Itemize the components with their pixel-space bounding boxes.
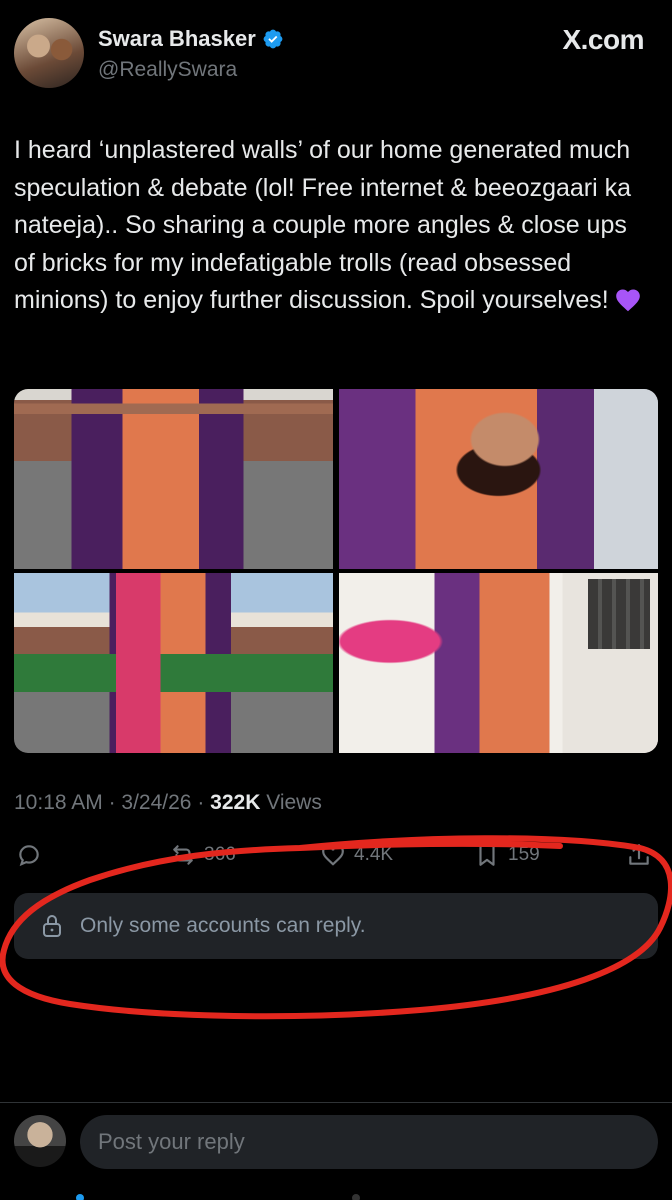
share-icon bbox=[629, 844, 649, 865]
retweet-button[interactable]: 366 bbox=[170, 842, 236, 868]
like-button[interactable]: 4.4K bbox=[320, 842, 393, 868]
reply-placeholder: Post your reply bbox=[98, 1129, 245, 1154]
media-grid bbox=[14, 389, 658, 753]
like-count: 4.4K bbox=[354, 844, 394, 865]
author-avatar[interactable] bbox=[14, 18, 84, 88]
tweet-time[interactable]: 10:18 AM bbox=[14, 791, 103, 814]
nav-indicator-dot-2 bbox=[352, 1194, 360, 1200]
tweet-text: I heard ‘unplastered walls’ of our home … bbox=[14, 132, 654, 320]
reply-button[interactable] bbox=[16, 842, 42, 868]
retweet-count: 366 bbox=[204, 844, 236, 865]
action-bar: 366 4.4K 159 bbox=[0, 842, 672, 872]
reply-icon bbox=[19, 845, 39, 867]
tweet-text-content: I heard ‘unplastered walls’ of our home … bbox=[14, 136, 632, 314]
meta-separator-2: · bbox=[191, 791, 211, 814]
tweet-photo-2[interactable] bbox=[339, 389, 658, 569]
tweet-date[interactable]: 3/24/26 bbox=[121, 791, 191, 814]
bookmark-icon bbox=[479, 844, 495, 866]
reply-restriction-banner: Only some accounts can reply. bbox=[14, 893, 658, 959]
share-button[interactable] bbox=[626, 842, 652, 868]
bookmark-count: 159 bbox=[508, 844, 540, 865]
tweet-meta: 10:18 AM · 3/24/26 · 322K Views bbox=[14, 791, 322, 815]
tweet-photo-3[interactable] bbox=[14, 573, 333, 753]
views-label: Views bbox=[260, 791, 322, 814]
current-user-avatar[interactable] bbox=[14, 1115, 66, 1167]
tweet-photo-4[interactable] bbox=[339, 573, 658, 753]
reply-restriction-text: Only some accounts can reply. bbox=[80, 914, 366, 937]
bookmark-button[interactable]: 159 bbox=[474, 842, 540, 868]
author-handle[interactable]: @ReallySwara bbox=[98, 58, 237, 82]
purple-heart-icon bbox=[615, 289, 640, 312]
verified-badge-icon bbox=[263, 29, 283, 49]
composer-divider bbox=[0, 1102, 672, 1103]
views-count[interactable]: 322K bbox=[210, 791, 260, 814]
tweet-photo-1[interactable] bbox=[14, 389, 333, 569]
retweet-icon bbox=[173, 845, 193, 865]
author-name-row[interactable]: Swara Bhasker bbox=[98, 26, 284, 52]
meta-separator: · bbox=[102, 791, 122, 814]
brand-watermark: X.com bbox=[562, 24, 644, 55]
reply-input[interactable]: Post your reply bbox=[80, 1115, 658, 1169]
photo-shelf bbox=[588, 579, 650, 649]
nav-indicator-dot bbox=[76, 1194, 84, 1200]
author-display-name[interactable]: Swara Bhasker bbox=[98, 26, 256, 52]
lock-icon bbox=[43, 915, 61, 937]
heart-icon bbox=[322, 845, 344, 866]
